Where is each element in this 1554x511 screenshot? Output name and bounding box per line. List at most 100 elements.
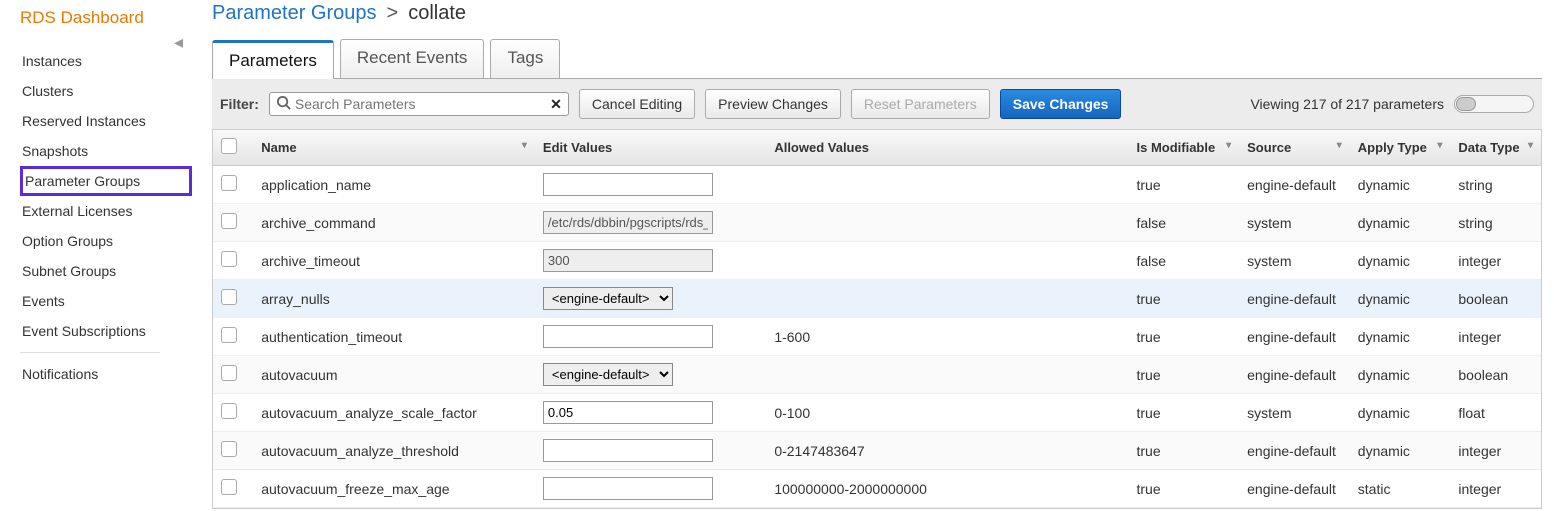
sidebar-item-subnet-groups[interactable]: Subnet Groups bbox=[20, 256, 192, 286]
row-checkbox[interactable] bbox=[221, 441, 237, 457]
row-checkbox[interactable] bbox=[221, 251, 237, 267]
allowed-values bbox=[766, 204, 1128, 242]
is-modifiable: true bbox=[1128, 470, 1239, 508]
column-header-name[interactable]: Name▾ bbox=[253, 130, 535, 166]
sidebar-item-parameter-groups[interactable]: Parameter Groups bbox=[20, 166, 192, 196]
source: system bbox=[1239, 204, 1350, 242]
is-modifiable: true bbox=[1128, 166, 1239, 204]
breadcrumb-separator: > bbox=[387, 2, 399, 25]
collapse-sidebar-icon[interactable] bbox=[174, 32, 194, 52]
parameter-name: autovacuum_freeze_max_age bbox=[253, 470, 535, 508]
edit-value-input[interactable] bbox=[543, 477, 713, 500]
column-header-allowed-values[interactable]: Allowed Values bbox=[766, 130, 1128, 166]
column-header-edit-values[interactable]: Edit Values bbox=[535, 130, 766, 166]
save-changes-button[interactable]: Save Changes bbox=[1000, 89, 1122, 119]
parameter-name: archive_command bbox=[253, 204, 535, 242]
tab-tags[interactable]: Tags bbox=[490, 39, 560, 78]
table-row: autovacuum_analyze_scale_factor0-100true… bbox=[213, 394, 1541, 432]
column-header-source[interactable]: Source▾ bbox=[1239, 130, 1350, 166]
row-checkbox[interactable] bbox=[221, 479, 237, 495]
apply-type: dynamic bbox=[1350, 280, 1451, 318]
edit-value-input[interactable] bbox=[543, 401, 713, 424]
column-header-data-type[interactable]: Data Type▾ bbox=[1450, 130, 1541, 166]
sidebar-item-reserved-instances[interactable]: Reserved Instances bbox=[20, 106, 192, 136]
row-checkbox[interactable] bbox=[221, 365, 237, 381]
sidebar-item-option-groups[interactable]: Option Groups bbox=[20, 226, 192, 256]
sidebar-item-external-licenses[interactable]: External Licenses bbox=[20, 196, 192, 226]
source: engine-default bbox=[1239, 166, 1350, 204]
sidebar-title[interactable]: RDS Dashboard bbox=[20, 8, 192, 28]
data-type: integer bbox=[1450, 242, 1541, 280]
parameter-name: application_name bbox=[253, 166, 535, 204]
edit-value-input[interactable] bbox=[543, 325, 713, 348]
parameter-name: autovacuum_analyze_scale_factor bbox=[253, 394, 535, 432]
data-type: integer bbox=[1450, 470, 1541, 508]
parameter-name: array_nulls bbox=[253, 280, 535, 318]
allowed-values bbox=[766, 280, 1128, 318]
sidebar-item-notifications[interactable]: Notifications bbox=[20, 359, 192, 389]
is-modifiable: true bbox=[1128, 432, 1239, 470]
parameter-name: autovacuum bbox=[253, 356, 535, 394]
row-checkbox[interactable] bbox=[221, 289, 237, 305]
sidebar-item-events[interactable]: Events bbox=[20, 286, 192, 316]
preview-changes-button[interactable]: Preview Changes bbox=[705, 89, 841, 119]
table-row: authentication_timeout1-600trueengine-de… bbox=[213, 318, 1541, 356]
allowed-values: 100000000-2000000000 bbox=[766, 470, 1128, 508]
sort-icon: ▾ bbox=[522, 140, 527, 151]
apply-type: dynamic bbox=[1350, 356, 1451, 394]
allowed-values: 1-600 bbox=[766, 318, 1128, 356]
reset-parameters-button: Reset Parameters bbox=[851, 89, 990, 119]
apply-type: dynamic bbox=[1350, 166, 1451, 204]
row-checkbox[interactable] bbox=[221, 403, 237, 419]
table-row: autovacuum_freeze_max_age 100000000-20000… bbox=[213, 470, 1541, 508]
source: engine-default bbox=[1239, 280, 1350, 318]
parameters-table: Name▾ Edit Values Allowed Values Is Modi… bbox=[212, 130, 1542, 509]
parameter-name: archive_timeout bbox=[253, 242, 535, 280]
source: engine-default bbox=[1239, 356, 1350, 394]
edit-value-input[interactable] bbox=[543, 173, 713, 196]
breadcrumb-root-link[interactable]: Parameter Groups bbox=[212, 2, 377, 25]
is-modifiable: true bbox=[1128, 280, 1239, 318]
data-type: boolean bbox=[1450, 356, 1541, 394]
row-checkbox[interactable] bbox=[221, 327, 237, 343]
tab-recent-events[interactable]: Recent Events bbox=[340, 39, 485, 78]
sidebar-item-event-subscriptions[interactable]: Event Subscriptions bbox=[20, 316, 192, 346]
data-type: float bbox=[1450, 394, 1541, 432]
tab-parameters[interactable]: Parameters bbox=[212, 40, 334, 79]
main-content: Parameter Groups > collate ParametersRec… bbox=[192, 0, 1554, 509]
view-toggle[interactable] bbox=[1454, 95, 1534, 113]
sort-icon: ▾ bbox=[1226, 140, 1231, 151]
clear-search-icon[interactable]: ✕ bbox=[550, 96, 562, 113]
is-modifiable: true bbox=[1128, 318, 1239, 356]
sidebar: RDS Dashboard InstancesClustersReserved … bbox=[0, 0, 192, 509]
sidebar-item-snapshots[interactable]: Snapshots bbox=[20, 136, 192, 166]
edit-value-select[interactable]: <engine-default> bbox=[543, 363, 673, 386]
search-input[interactable] bbox=[295, 96, 550, 112]
tab-bar: ParametersRecent EventsTags bbox=[212, 39, 1542, 79]
source: system bbox=[1239, 394, 1350, 432]
search-input-wrap[interactable]: ✕ bbox=[269, 92, 569, 116]
edit-value-select[interactable]: <engine-default> bbox=[543, 287, 673, 310]
edit-value-input bbox=[543, 249, 713, 272]
apply-type: static bbox=[1350, 470, 1451, 508]
breadcrumb: Parameter Groups > collate bbox=[212, 0, 1542, 39]
data-type: string bbox=[1450, 204, 1541, 242]
sidebar-item-instances[interactable]: Instances bbox=[20, 46, 192, 76]
search-icon bbox=[276, 95, 291, 113]
is-modifiable: true bbox=[1128, 356, 1239, 394]
cancel-editing-button[interactable]: Cancel Editing bbox=[579, 89, 695, 119]
column-header-checkbox[interactable] bbox=[213, 130, 253, 166]
sidebar-divider bbox=[20, 352, 160, 353]
filter-label: Filter: bbox=[220, 96, 259, 112]
edit-value-input[interactable] bbox=[543, 439, 713, 462]
breadcrumb-current: collate bbox=[408, 2, 466, 25]
column-header-is-modifiable[interactable]: Is Modifiable▾ bbox=[1128, 130, 1239, 166]
sidebar-item-clusters[interactable]: Clusters bbox=[20, 76, 192, 106]
column-header-apply-type[interactable]: Apply Type▾ bbox=[1350, 130, 1451, 166]
row-checkbox[interactable] bbox=[221, 175, 237, 191]
row-checkbox[interactable] bbox=[221, 213, 237, 229]
apply-type: dynamic bbox=[1350, 432, 1451, 470]
allowed-values: 0-2147483647 bbox=[766, 432, 1128, 470]
data-type: integer bbox=[1450, 432, 1541, 470]
source: engine-default bbox=[1239, 318, 1350, 356]
